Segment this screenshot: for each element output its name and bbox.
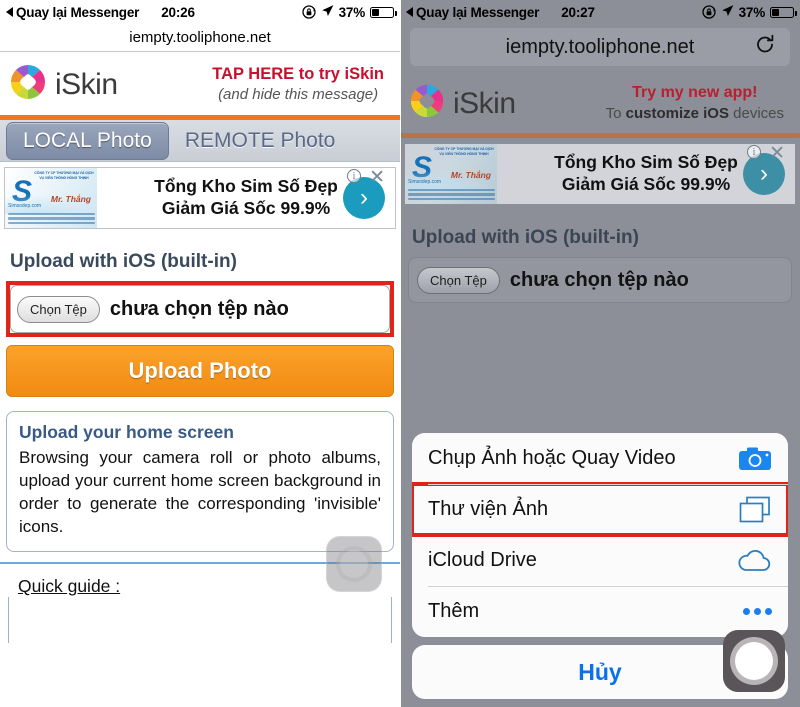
ad-close-icon[interactable]: ✕ <box>369 168 385 187</box>
choose-file-button[interactable]: Chọn Tệp <box>17 295 100 323</box>
photo-library-icon <box>738 496 772 524</box>
more-ellipsis-icon <box>743 608 772 615</box>
location-arrow-icon <box>721 4 734 20</box>
assistive-touch-overlay[interactable] <box>326 536 382 592</box>
back-triangle-icon <box>6 7 13 17</box>
left-ad-banner[interactable]: CÔNG TY CP THƯƠNG MẠI VÀ DỊCH VỤ VIỄN TH… <box>4 167 396 229</box>
ad-info-icon[interactable]: i <box>347 169 361 183</box>
url-text: iempty.tooliphone.net <box>129 29 271 46</box>
upload-section-title: Upload with iOS (built-in) <box>10 251 237 272</box>
status-time: 20:27 <box>561 4 595 20</box>
promo-line-1: TAP HERE to try iSkin <box>212 65 384 84</box>
back-to-messenger-link[interactable]: Quay lại Messenger <box>406 5 539 20</box>
iskin-logo[interactable]: iSkin <box>8 62 118 107</box>
url-text: iempty.tooliphone.net <box>505 35 695 58</box>
file-input-row[interactable]: Chọn Tệp chưa chọn tệp nào <box>408 257 792 303</box>
tab-remote-photo[interactable]: REMOTE Photo <box>169 123 352 159</box>
screen-divider <box>400 0 401 707</box>
ad-info-icon[interactable]: i <box>747 145 761 159</box>
tab-local-photo[interactable]: LOCAL Photo <box>6 121 169 160</box>
promo-bold: customize iOS <box>625 105 729 123</box>
promo-post: devices <box>728 105 784 123</box>
location-arrow-icon <box>321 4 334 20</box>
photo-source-tabs: LOCAL Photo REMOTE Photo <box>0 120 400 162</box>
info-card-body: Browsing your camera roll or photo album… <box>19 448 381 536</box>
action-sheet-item-icloud-drive[interactable]: iCloud Drive <box>412 535 788 586</box>
ad-line-2: Giảm Giá Sốc 99.9% <box>561 174 731 194</box>
camera-icon <box>738 446 772 472</box>
iskin-logo-text: iSkin <box>453 86 516 120</box>
right-phone-screen: Quay lại Messenger 20:27 37% iempty.tool… <box>400 0 800 707</box>
ad-brand-text: Simsodep.com <box>408 179 442 185</box>
upload-section-title: Upload with iOS (built-in) <box>412 227 639 248</box>
right-status-bar: Quay lại Messenger 20:27 37% <box>400 0 800 24</box>
left-url-bar[interactable]: iempty.tooliphone.net <box>0 24 400 52</box>
reload-icon[interactable] <box>754 34 776 61</box>
action-sheet-item-more[interactable]: Thêm <box>412 586 788 637</box>
lock-rotation-icon <box>701 5 716 19</box>
ad-brand-text: Simsodep.com <box>8 203 42 209</box>
action-sheet-label: iCloud Drive <box>428 549 537 571</box>
right-ad-banner[interactable]: CÔNG TY CP THƯƠNG MẠI VÀ DỊCH VỤ VIỄN TH… <box>404 143 796 205</box>
back-to-messenger-link[interactable]: Quay lại Messenger <box>6 5 139 20</box>
action-sheet-label: Chụp Ảnh hoặc Quay Video <box>428 447 676 469</box>
promo-pre: To <box>605 105 626 123</box>
ad-line-1: Tổng Kho Sim Số Đẹp <box>154 176 338 197</box>
back-label: Quay lại Messenger <box>16 4 140 20</box>
ad-line-1: Tổng Kho Sim Số Đẹp <box>554 152 738 173</box>
info-card-heading: Upload your home screen <box>19 422 234 442</box>
iskin-logo[interactable]: iSkin <box>408 82 516 125</box>
ad-close-icon[interactable]: ✕ <box>769 144 785 163</box>
file-input-highlight-box: Chọn Tệp chưa chọn tệp nào <box>6 281 394 337</box>
promo-line-2: To customize iOS devices <box>606 104 784 124</box>
ad-contact-lines <box>8 212 95 226</box>
action-sheet-item-photo-library[interactable]: Thư viện Ảnh <box>412 482 788 537</box>
file-input-row[interactable]: Chọn Tệp chưa chọn tệp nào <box>10 285 390 333</box>
action-sheet-item-camera[interactable]: Chụp Ảnh hoặc Quay Video <box>412 433 788 484</box>
status-time: 20:26 <box>161 4 195 20</box>
ad-thumbnail: CÔNG TY CP THƯƠNG MẠI VÀ DỊCH VỤ VIỄN TH… <box>5 168 97 228</box>
promo-line-2: (and hide this message) <box>218 86 379 104</box>
left-phone-screen: Quay lại Messenger 20:26 37% iempty.tool… <box>0 0 400 707</box>
choose-file-button[interactable]: Chọn Tệp <box>417 266 500 294</box>
back-triangle-icon <box>406 7 413 17</box>
upload-photo-button[interactable]: Upload Photo <box>6 345 394 397</box>
battery-icon <box>770 6 797 18</box>
promo-line-1: Try my new app! <box>632 84 758 102</box>
action-sheet-label: Thêm <box>428 600 480 622</box>
status-indicators: 37% <box>701 4 797 20</box>
file-status-text: chưa chọn tệp nào <box>509 268 689 291</box>
info-card: Upload your home screen Browsing your ca… <box>6 411 394 552</box>
left-site-header: iSkin TAP HERE to try iSkin (and hide th… <box>0 52 400 115</box>
ad-person-name: Mr. Thắng <box>50 194 91 204</box>
iskin-pinwheel-icon <box>408 82 446 125</box>
promo-message[interactable]: TAP HERE to try iSkin (and hide this mes… <box>212 64 392 104</box>
right-url-bar[interactable]: iempty.tooliphone.net <box>410 28 790 66</box>
status-indicators: 37% <box>301 4 397 20</box>
ad-thumbnail: CÔNG TY CP THƯƠNG MẠI VÀ DỊCH VỤ VIỄN TH… <box>405 144 497 204</box>
orange-divider <box>400 133 800 138</box>
battery-icon <box>370 6 397 18</box>
promo-message[interactable]: Try my new app! To customize iOS devices <box>606 83 792 123</box>
back-label: Quay lại Messenger <box>416 4 540 20</box>
right-page-content: Upload with iOS (built-in) Chọn Tệp chưa… <box>400 205 800 303</box>
battery-percent: 37% <box>738 4 766 20</box>
left-status-bar: Quay lại Messenger 20:26 37% <box>0 0 400 24</box>
action-sheet-options: Chụp Ảnh hoặc Quay Video Thư viện Ảnh iC… <box>412 433 788 637</box>
ad-contact-lines <box>408 188 495 202</box>
iskin-logo-text: iSkin <box>55 67 118 101</box>
ad-line-2: Giảm Giá Sốc 99.9% <box>161 198 331 218</box>
iskin-pinwheel-icon <box>8 62 48 107</box>
action-sheet-label: Thư viện Ảnh <box>428 498 549 520</box>
lock-rotation-icon <box>301 5 316 19</box>
right-site-header: iSkin Try my new app! To customize iOS d… <box>400 72 800 133</box>
guide-frame <box>8 596 392 643</box>
assistive-touch-button[interactable] <box>723 630 785 692</box>
battery-percent: 37% <box>338 4 366 20</box>
cloud-icon <box>736 549 772 573</box>
assistive-touch-ring <box>735 642 773 680</box>
file-status-text: chưa chọn tệp nào <box>109 297 289 320</box>
ad-person-name: Mr. Thắng <box>450 170 491 180</box>
